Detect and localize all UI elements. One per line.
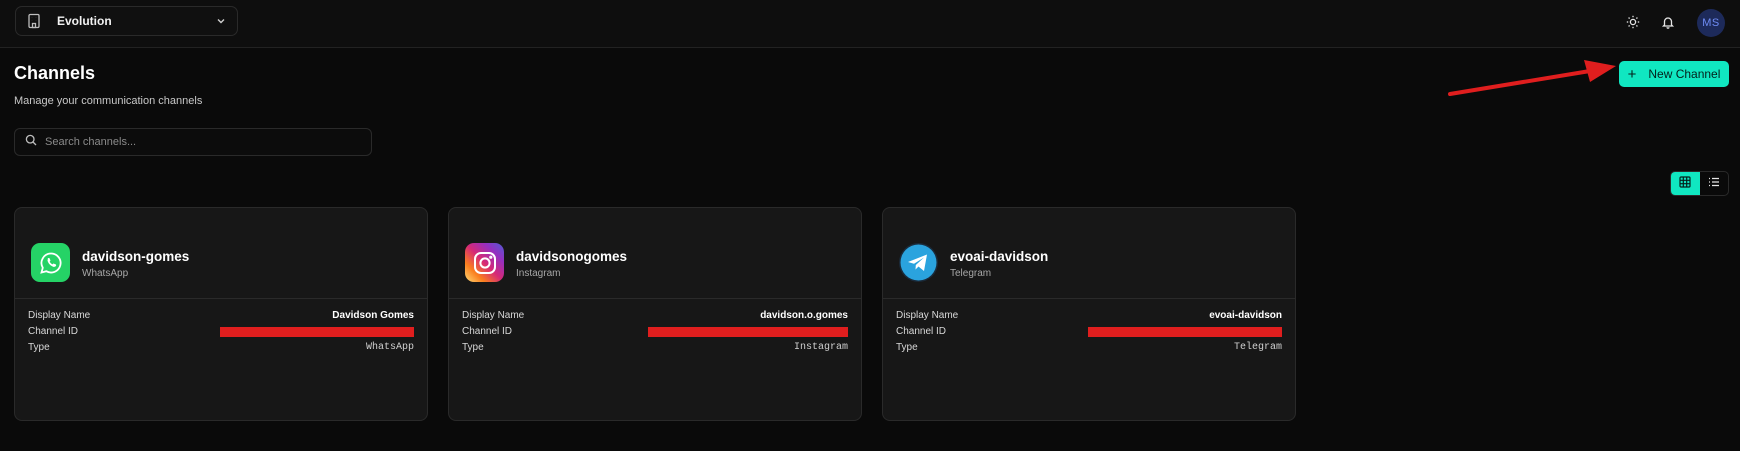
theme-toggle-button[interactable] <box>1622 13 1644 35</box>
channel-name: davidson-gomes <box>82 249 190 264</box>
type-value: Instagram <box>793 342 848 353</box>
channel-id-label: Channel ID <box>28 326 79 337</box>
view-toggle <box>1670 171 1729 196</box>
card-divider <box>15 298 427 299</box>
type-row: Type Telegram <box>896 342 1282 356</box>
display-name-value: Davidson Gomes <box>332 310 414 321</box>
channel-id-label: Channel ID <box>462 326 513 337</box>
workspace-name: Evolution <box>57 14 112 28</box>
new-channel-button[interactable]: + New Channel <box>1619 61 1729 87</box>
display-name-label: Display Name <box>462 310 525 321</box>
display-name-row: Display Name evoai-davidson <box>896 310 1282 324</box>
bell-icon <box>1661 15 1675 34</box>
channel-card[interactable]: davidsonogomes Instagram Display Name da… <box>448 207 862 421</box>
redacted-channel-id <box>648 327 848 337</box>
redacted-channel-id <box>220 327 414 337</box>
card-divider <box>883 298 1295 299</box>
notifications-button[interactable] <box>1657 13 1679 35</box>
channel-card[interactable]: evoai-davidson Telegram Display Name evo… <box>882 207 1296 421</box>
display-name-row: Display Name davidson.o.gomes <box>462 310 848 324</box>
red-arrow-annotation <box>1448 60 1616 96</box>
channel-type: Instagram <box>516 268 561 279</box>
list-view-button[interactable] <box>1700 172 1729 195</box>
channel-id-label: Channel ID <box>896 326 947 337</box>
channel-name: davidsonogomes <box>516 249 628 264</box>
search-input[interactable] <box>45 136 365 148</box>
display-name-label: Display Name <box>28 310 91 321</box>
channel-id-row: Channel ID <box>462 326 848 340</box>
display-name-label: Display Name <box>896 310 959 321</box>
channel-id-row: Channel ID <box>28 326 414 340</box>
page-subtitle: Manage your communication channels <box>14 95 203 107</box>
display-name-row: Display Name Davidson Gomes <box>28 310 414 324</box>
instagram-icon <box>465 243 504 282</box>
user-avatar[interactable]: MS <box>1697 9 1725 37</box>
channel-type: Telegram <box>950 268 992 279</box>
search-icon <box>25 133 37 151</box>
channel-card[interactable]: davidson-gomes WhatsApp Display Name Dav… <box>14 207 428 421</box>
sun-icon <box>1626 15 1640 34</box>
search-box <box>14 128 372 156</box>
type-value: WhatsApp <box>365 342 414 353</box>
list-icon <box>1708 175 1720 193</box>
channel-type: WhatsApp <box>82 268 129 279</box>
display-name-value: davidson.o.gomes <box>760 310 848 321</box>
workspace-selector[interactable]: Evolution <box>15 6 238 36</box>
channel-name: evoai-davidson <box>950 249 1049 264</box>
type-label: Type <box>896 342 918 353</box>
type-row: Type WhatsApp <box>28 342 414 356</box>
new-channel-label: New Channel <box>1648 67 1721 81</box>
type-row: Type Instagram <box>462 342 848 356</box>
whatsapp-icon <box>31 243 70 282</box>
chevron-down-icon <box>215 15 227 27</box>
telegram-icon <box>899 243 938 282</box>
type-value: Telegram <box>1233 342 1282 353</box>
grid-view-button[interactable] <box>1671 172 1700 195</box>
type-label: Type <box>28 342 50 353</box>
display-name-value: evoai-davidson <box>1209 310 1282 321</box>
type-label: Type <box>462 342 484 353</box>
building-icon <box>26 13 42 29</box>
channel-id-row: Channel ID <box>896 326 1282 340</box>
page-title: Channels <box>14 63 96 83</box>
top-bar: Evolution MS <box>0 0 1740 48</box>
grid-icon <box>1679 175 1691 193</box>
plus-icon: + <box>1627 65 1637 83</box>
redacted-channel-id <box>1088 327 1282 337</box>
card-divider <box>449 298 861 299</box>
